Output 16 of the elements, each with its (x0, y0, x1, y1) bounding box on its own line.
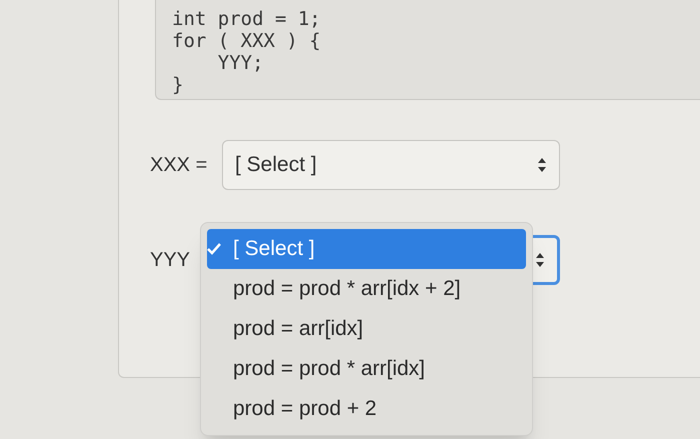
field-label: YYY (150, 248, 192, 273)
menu-option[interactable]: [ Select ] (207, 229, 526, 269)
stepper-arrows-icon (537, 157, 547, 173)
code-line: for ( XXX ) { (172, 30, 322, 52)
menu-option[interactable]: prod = prod * arr[idx] (207, 349, 526, 389)
selected-value: [ Select ] (235, 152, 317, 178)
code-line: YYY; (216, 52, 265, 74)
field-label: XXX = (150, 153, 208, 178)
menu-option[interactable]: prod = prod * arr[idx + 2] (207, 269, 526, 309)
checkmark-icon (207, 243, 221, 255)
menu-option[interactable]: prod = arr[idx] (207, 309, 526, 349)
code-line: int prod = 1; (172, 8, 322, 30)
stepper-arrows-icon (535, 252, 545, 268)
menu-option[interactable]: prod = prod + 2 (207, 389, 526, 429)
select-field[interactable]: [ Select ] (222, 140, 560, 190)
code-line: } (172, 74, 184, 96)
